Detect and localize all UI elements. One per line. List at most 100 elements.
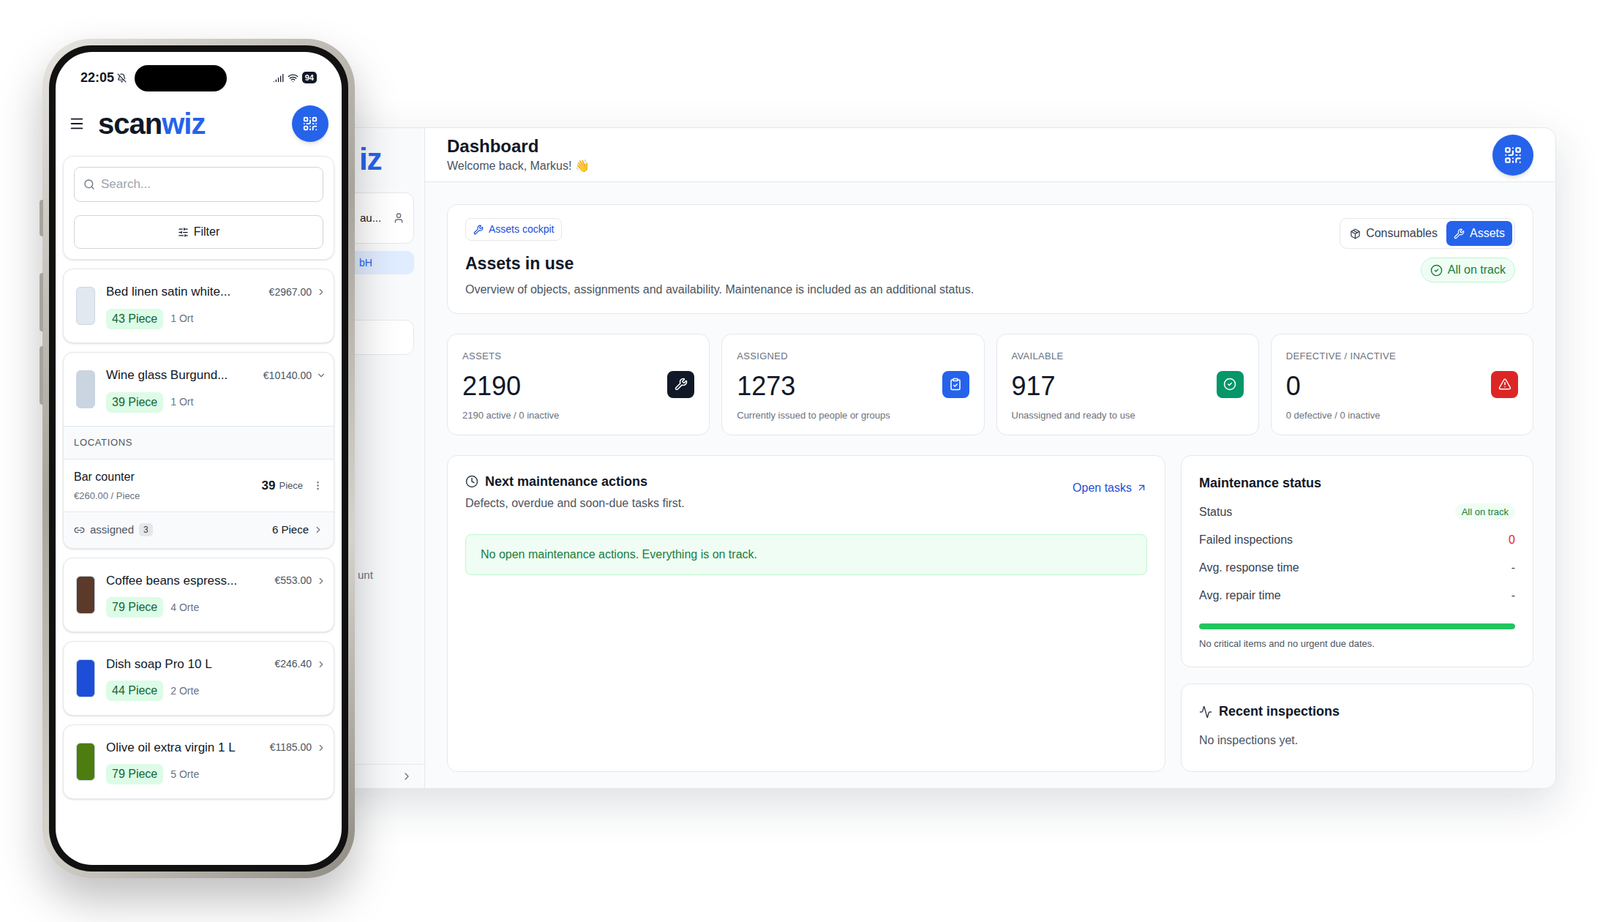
- card-title: Maintenance status: [1199, 473, 1516, 494]
- scan-button[interactable]: [291, 105, 329, 142]
- item-card: Wine glass Burgund...€10140.00 39 Piece 1 …: [62, 351, 335, 549]
- search-placeholder: Search...: [100, 174, 151, 194]
- app-header: scanwiz: [55, 95, 342, 152]
- places-count: 1 Ort: [170, 394, 194, 410]
- assigned-label: assigned: [89, 521, 134, 539]
- search-input[interactable]: Search...: [73, 166, 324, 202]
- assigned-row[interactable]: assigned36 Piece: [63, 511, 334, 548]
- clock-icon: [465, 474, 479, 488]
- wrench-icon: [473, 224, 484, 235]
- location-unit: Piece: [278, 478, 303, 494]
- recent-inspections-card: Recent inspectionsNo inspections yet.: [1180, 683, 1534, 772]
- cockpit-description: Overview of objects, assignments and ava…: [465, 280, 974, 299]
- stat-icon-box: [1490, 370, 1519, 398]
- scan-button[interactable]: [1492, 134, 1534, 176]
- item-price: €10140.00: [263, 367, 312, 384]
- open-tasks-link[interactable]: Open tasks: [1072, 479, 1148, 497]
- status-value: -: [1511, 586, 1516, 605]
- item-name: Olive oil extra virgin 1 L: [106, 738, 266, 758]
- quantity-badge: 39 Piece: [106, 392, 164, 413]
- location-row[interactable]: Bar counter€260.00 / Piece39Piece: [63, 458, 334, 513]
- assigned-count: 3: [139, 523, 153, 537]
- item-row[interactable]: Dish soap Pro 10 L€246.4044 Piece2 Orte: [63, 641, 334, 715]
- signal-icon: [272, 72, 284, 84]
- item-name: Bed linen satin white...: [106, 282, 265, 302]
- menu-icon[interactable]: [68, 115, 85, 132]
- status-value: -: [1511, 558, 1516, 577]
- stat-label: ASSIGNED: [736, 348, 891, 364]
- item-row[interactable]: Bed linen satin white...€2967.0043 Piece…: [63, 269, 334, 343]
- chevron-right-icon[interactable]: [313, 524, 324, 535]
- item-card: Coffee beans espress...€553.0079 Piece4 …: [62, 557, 335, 633]
- stat-label: AVAILABLE: [1011, 348, 1136, 364]
- progress-bar: [1199, 623, 1516, 630]
- toggle-button[interactable]: Consumables: [1342, 220, 1445, 246]
- item-row[interactable]: Olive oil extra virgin 1 L€1185.0079 Pie…: [63, 725, 334, 799]
- stat-label: ASSETS: [462, 348, 559, 364]
- quantity-badge: 79 Piece: [106, 763, 164, 785]
- item-card: Olive oil extra virgin 1 L€1185.0079 Pie…: [62, 724, 335, 799]
- item-row[interactable]: Wine glass Burgund...€10140.00 39 Piece 1 …: [63, 352, 334, 426]
- stat-icon-box: [1216, 370, 1244, 398]
- collapse-chevron-icon[interactable]: [400, 770, 413, 783]
- places-count: 4 Orte: [170, 599, 199, 616]
- chevron-right-icon[interactable]: [316, 659, 327, 670]
- page-title: Dashboard: [447, 135, 590, 158]
- box-icon: [1349, 228, 1361, 240]
- location-count: 39: [261, 476, 276, 496]
- user-icon: [392, 212, 405, 224]
- clipboard-icon: [948, 377, 963, 391]
- filter-button[interactable]: Filter: [73, 215, 324, 249]
- user-name: au...: [359, 209, 382, 227]
- stat-caption: Currently issued to people or groups: [736, 408, 891, 423]
- stat-card: ASSIGNED1273Currently issued to people o…: [721, 333, 984, 436]
- sidebar-field[interactable]: [344, 319, 415, 355]
- stats-row: ASSETS 2190 2190 active / 0 inactive ASSIGN…: [447, 333, 1534, 436]
- activity-icon: [1199, 705, 1213, 719]
- places-count: 1 Ort: [170, 310, 194, 327]
- item-price: €2967.00: [269, 284, 312, 300]
- status-badge: All on track: [1455, 503, 1516, 521]
- toggle-button[interactable]: Assets: [1446, 220, 1513, 246]
- chevron-right-icon[interactable]: [316, 742, 327, 753]
- content: Assets cockpitAssets in useOverview of o…: [425, 182, 1556, 788]
- places-count: 5 Orte: [170, 766, 199, 783]
- locations-section: LOCATIONSBar counter€260.00 / Piece39Pie…: [63, 425, 334, 548]
- stat-value: 0: [1286, 370, 1396, 403]
- status-row: Avg. repair time -: [1199, 586, 1516, 605]
- stat-card: DEFECTIVE / INACTIVE00 defective / 0 ina…: [1270, 333, 1534, 436]
- card-subtitle: Defects, overdue and soon-due tasks firs…: [465, 494, 685, 513]
- stat-icon-box: [942, 370, 970, 398]
- more-icon[interactable]: [312, 479, 324, 491]
- stat-value: 2190: [462, 370, 559, 403]
- item-name: Wine glass Burgund...: [106, 365, 259, 385]
- arrow-up-right-icon: [1136, 482, 1148, 494]
- status-value: 0: [1508, 531, 1516, 549]
- alert-triangle-icon: [1498, 377, 1512, 391]
- sidebar-item[interactable]: bH: [344, 250, 415, 275]
- empty-state: No open maintenance actions. Everything …: [465, 534, 1148, 576]
- stat-caption: 2190 active / 0 inactive: [462, 408, 559, 423]
- qr-code-icon: [302, 115, 319, 132]
- quantity-badge: 79 Piece: [106, 596, 164, 618]
- qr-code-icon: [1503, 145, 1523, 165]
- chevron-right-icon[interactable]: [316, 575, 327, 587]
- dashboard-window: izau...bHuntDashboardWelcome back, Marku…: [321, 127, 1557, 789]
- phone-button: [39, 199, 44, 237]
- location-name: Bar counter: [73, 468, 140, 486]
- item-name: Coffee beans espress...: [106, 571, 270, 591]
- wifi-icon: [287, 72, 299, 84]
- status-label: Failed inspections: [1199, 531, 1293, 549]
- stat-label: DEFECTIVE / INACTIVE: [1286, 348, 1396, 364]
- chevron-right-icon[interactable]: [316, 286, 327, 298]
- status-label: Avg. response time: [1199, 558, 1300, 577]
- search-icon: [83, 178, 96, 191]
- phone-button: [39, 346, 44, 405]
- user-card[interactable]: au...: [344, 192, 415, 244]
- status-label: Avg. repair time: [1199, 586, 1282, 605]
- product-image: [72, 572, 99, 617]
- chevron-down-icon[interactable]: [316, 370, 327, 381]
- cockpit-card: Assets cockpitAssets in useOverview of o…: [447, 204, 1534, 314]
- item-row[interactable]: Coffee beans espress...€553.0079 Piece4 …: [63, 558, 334, 632]
- item-list: Bed linen satin white...€2967.0043 Piece…: [55, 268, 342, 799]
